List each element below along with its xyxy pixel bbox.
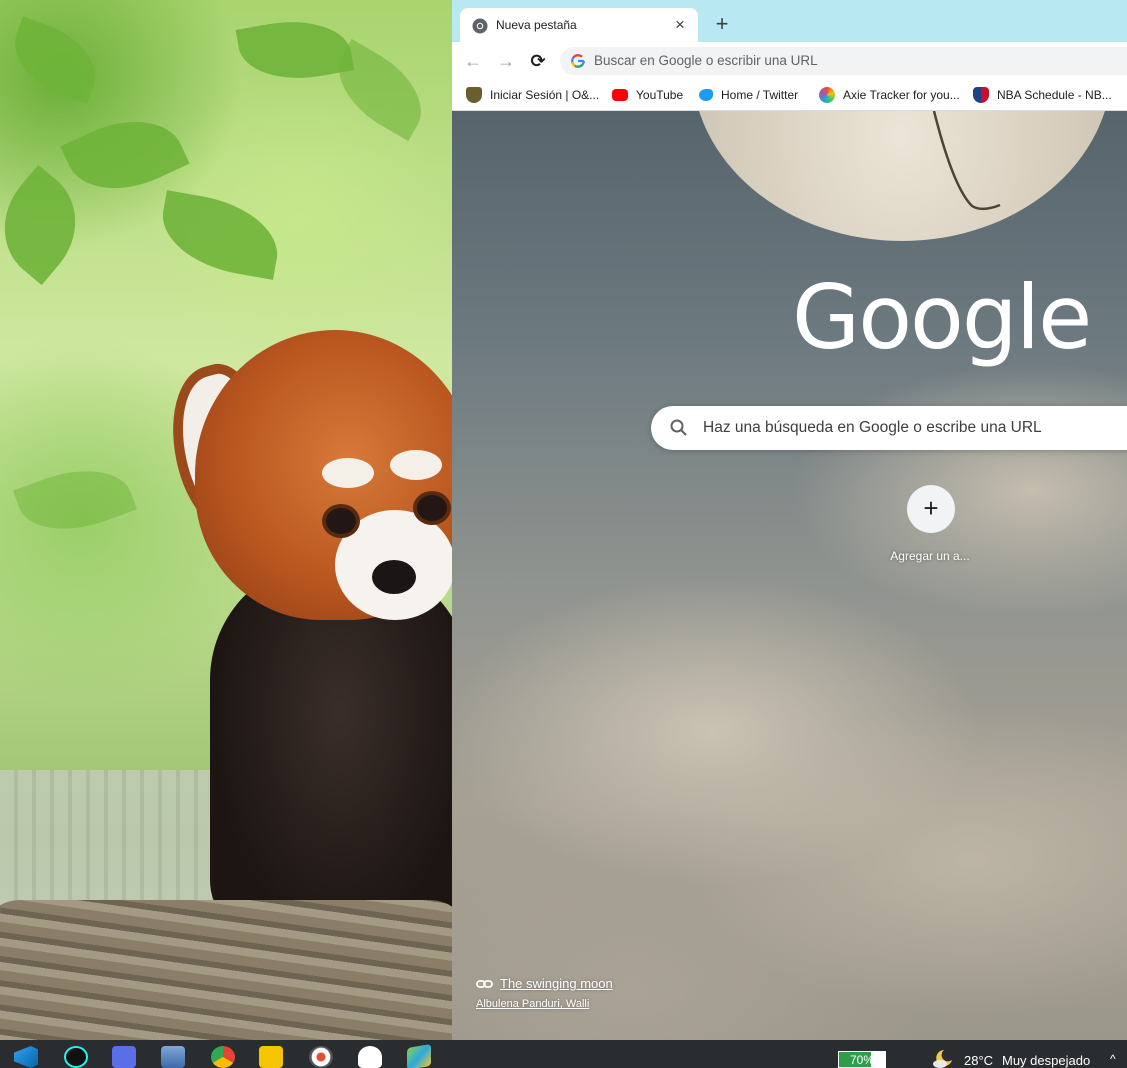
moon-cloud-icon[interactable] <box>932 1048 954 1068</box>
background-title-link[interactable]: The swinging moon <box>500 976 613 991</box>
taskbar: 70% 28°C Muy despejado ^ <box>0 1040 1127 1068</box>
weather-description[interactable]: Muy despejado <box>1002 1053 1090 1068</box>
tray-overflow-button[interactable]: ^ <box>1110 1052 1116 1066</box>
news-icon[interactable] <box>161 1046 185 1068</box>
red-panda-nose <box>372 560 416 594</box>
omnibox[interactable]: Buscar en Google o escribir una URL <box>560 47 1127 75</box>
red-panda-eye <box>326 508 356 534</box>
red-panda-brow <box>322 458 374 488</box>
back-button[interactable]: ← <box>460 49 486 73</box>
new-tab-page: Google Haz una búsqueda en Google o escr… <box>452 111 1127 1040</box>
reload-button[interactable]: ⟳ <box>525 49 551 73</box>
ntp-search-placeholder: Haz una búsqueda en Google o escribe una… <box>703 419 1042 436</box>
tab-new-tab[interactable]: Nueva pestaña × <box>460 8 698 42</box>
chrome-window: Nueva pestaña × + ← → ⟳ Buscar en Google… <box>452 0 1127 1040</box>
red-panda-brow <box>390 450 442 480</box>
bookmark-label: YouTube <box>636 88 684 102</box>
search-icon <box>670 419 687 436</box>
vscode-icon[interactable] <box>14 1046 38 1068</box>
moon-image <box>692 111 1112 241</box>
omnibox-placeholder: Buscar en Google o escribir una URL <box>594 53 818 68</box>
add-shortcut-button[interactable]: + <box>907 485 955 533</box>
browser-toolbar: ← → ⟳ Buscar en Google o escribir una UR… <box>452 42 1127 80</box>
add-shortcut-label: Agregar un a... <box>890 549 970 563</box>
shield-icon <box>466 87 482 103</box>
opgg-icon[interactable] <box>112 1046 136 1068</box>
desktop-wallpaper <box>0 0 452 1040</box>
tab-title: Nueva pestaña <box>496 18 577 32</box>
bookmark-twitter[interactable]: Home / Twitter <box>699 85 798 105</box>
bookmark-label: Iniciar Sesión | O&... <box>490 88 600 102</box>
leaf-decoration <box>154 190 286 280</box>
bluestacks-icon[interactable] <box>407 1043 431 1068</box>
youtube-icon <box>612 89 628 101</box>
bookmark-youtube[interactable]: YouTube <box>612 85 683 105</box>
link-icon <box>476 980 493 988</box>
tree-log <box>0 900 452 1040</box>
nba-icon <box>973 87 989 103</box>
ntp-search-box[interactable]: Haz una búsqueda en Google o escribe una… <box>651 406 1127 450</box>
bookmark-nba-schedule[interactable]: NBA Schedule - NB... <box>973 85 1112 105</box>
battery-indicator[interactable]: 70% <box>838 1051 886 1068</box>
forward-button[interactable]: → <box>493 49 519 73</box>
axie-icon <box>819 87 835 103</box>
bookmarks-bar: Iniciar Sesión | O&... YouTube Home / Tw… <box>452 80 1127 111</box>
rope-decoration <box>932 111 1001 211</box>
weather-temperature[interactable]: 28°C <box>964 1053 993 1068</box>
fence <box>0 770 230 920</box>
bookmark-label: NBA Schedule - NB... <box>997 88 1112 102</box>
bookmark-label: Axie Tracker for you... <box>843 88 960 102</box>
sticky-notes-icon[interactable] <box>259 1046 283 1068</box>
add-shortcut-tile[interactable]: + Agregar un a... <box>877 483 983 573</box>
ghost-icon[interactable] <box>358 1046 382 1068</box>
twitter-icon <box>699 89 713 101</box>
chrome-icon <box>472 18 488 34</box>
bookmark-label: Home / Twitter <box>721 88 799 102</box>
bookmark-axie-tracker[interactable]: Axie Tracker for you... <box>819 85 960 105</box>
google-logo: Google <box>792 266 1092 369</box>
music-icon[interactable] <box>309 1046 333 1068</box>
tab-strip: Nueva pestaña × + <box>452 0 1127 42</box>
bookmark-iniciar-sesion[interactable]: Iniciar Sesión | O&... <box>466 85 599 105</box>
leaf-decoration <box>235 10 355 90</box>
leaf-decoration <box>0 164 100 286</box>
red-panda-eye <box>417 495 447 521</box>
leaf-decoration <box>13 452 137 548</box>
chrome-icon[interactable] <box>211 1046 235 1068</box>
new-tab-button[interactable]: + <box>710 13 734 37</box>
leaf-decoration <box>2 16 108 104</box>
tiktok-icon[interactable] <box>64 1046 88 1068</box>
background-author-link[interactable]: Albulena Panduri, Walli <box>476 998 589 1010</box>
battery-percentage: 70% <box>849 1053 875 1067</box>
close-tab-button[interactable]: × <box>670 15 690 35</box>
google-g-icon <box>571 54 585 68</box>
